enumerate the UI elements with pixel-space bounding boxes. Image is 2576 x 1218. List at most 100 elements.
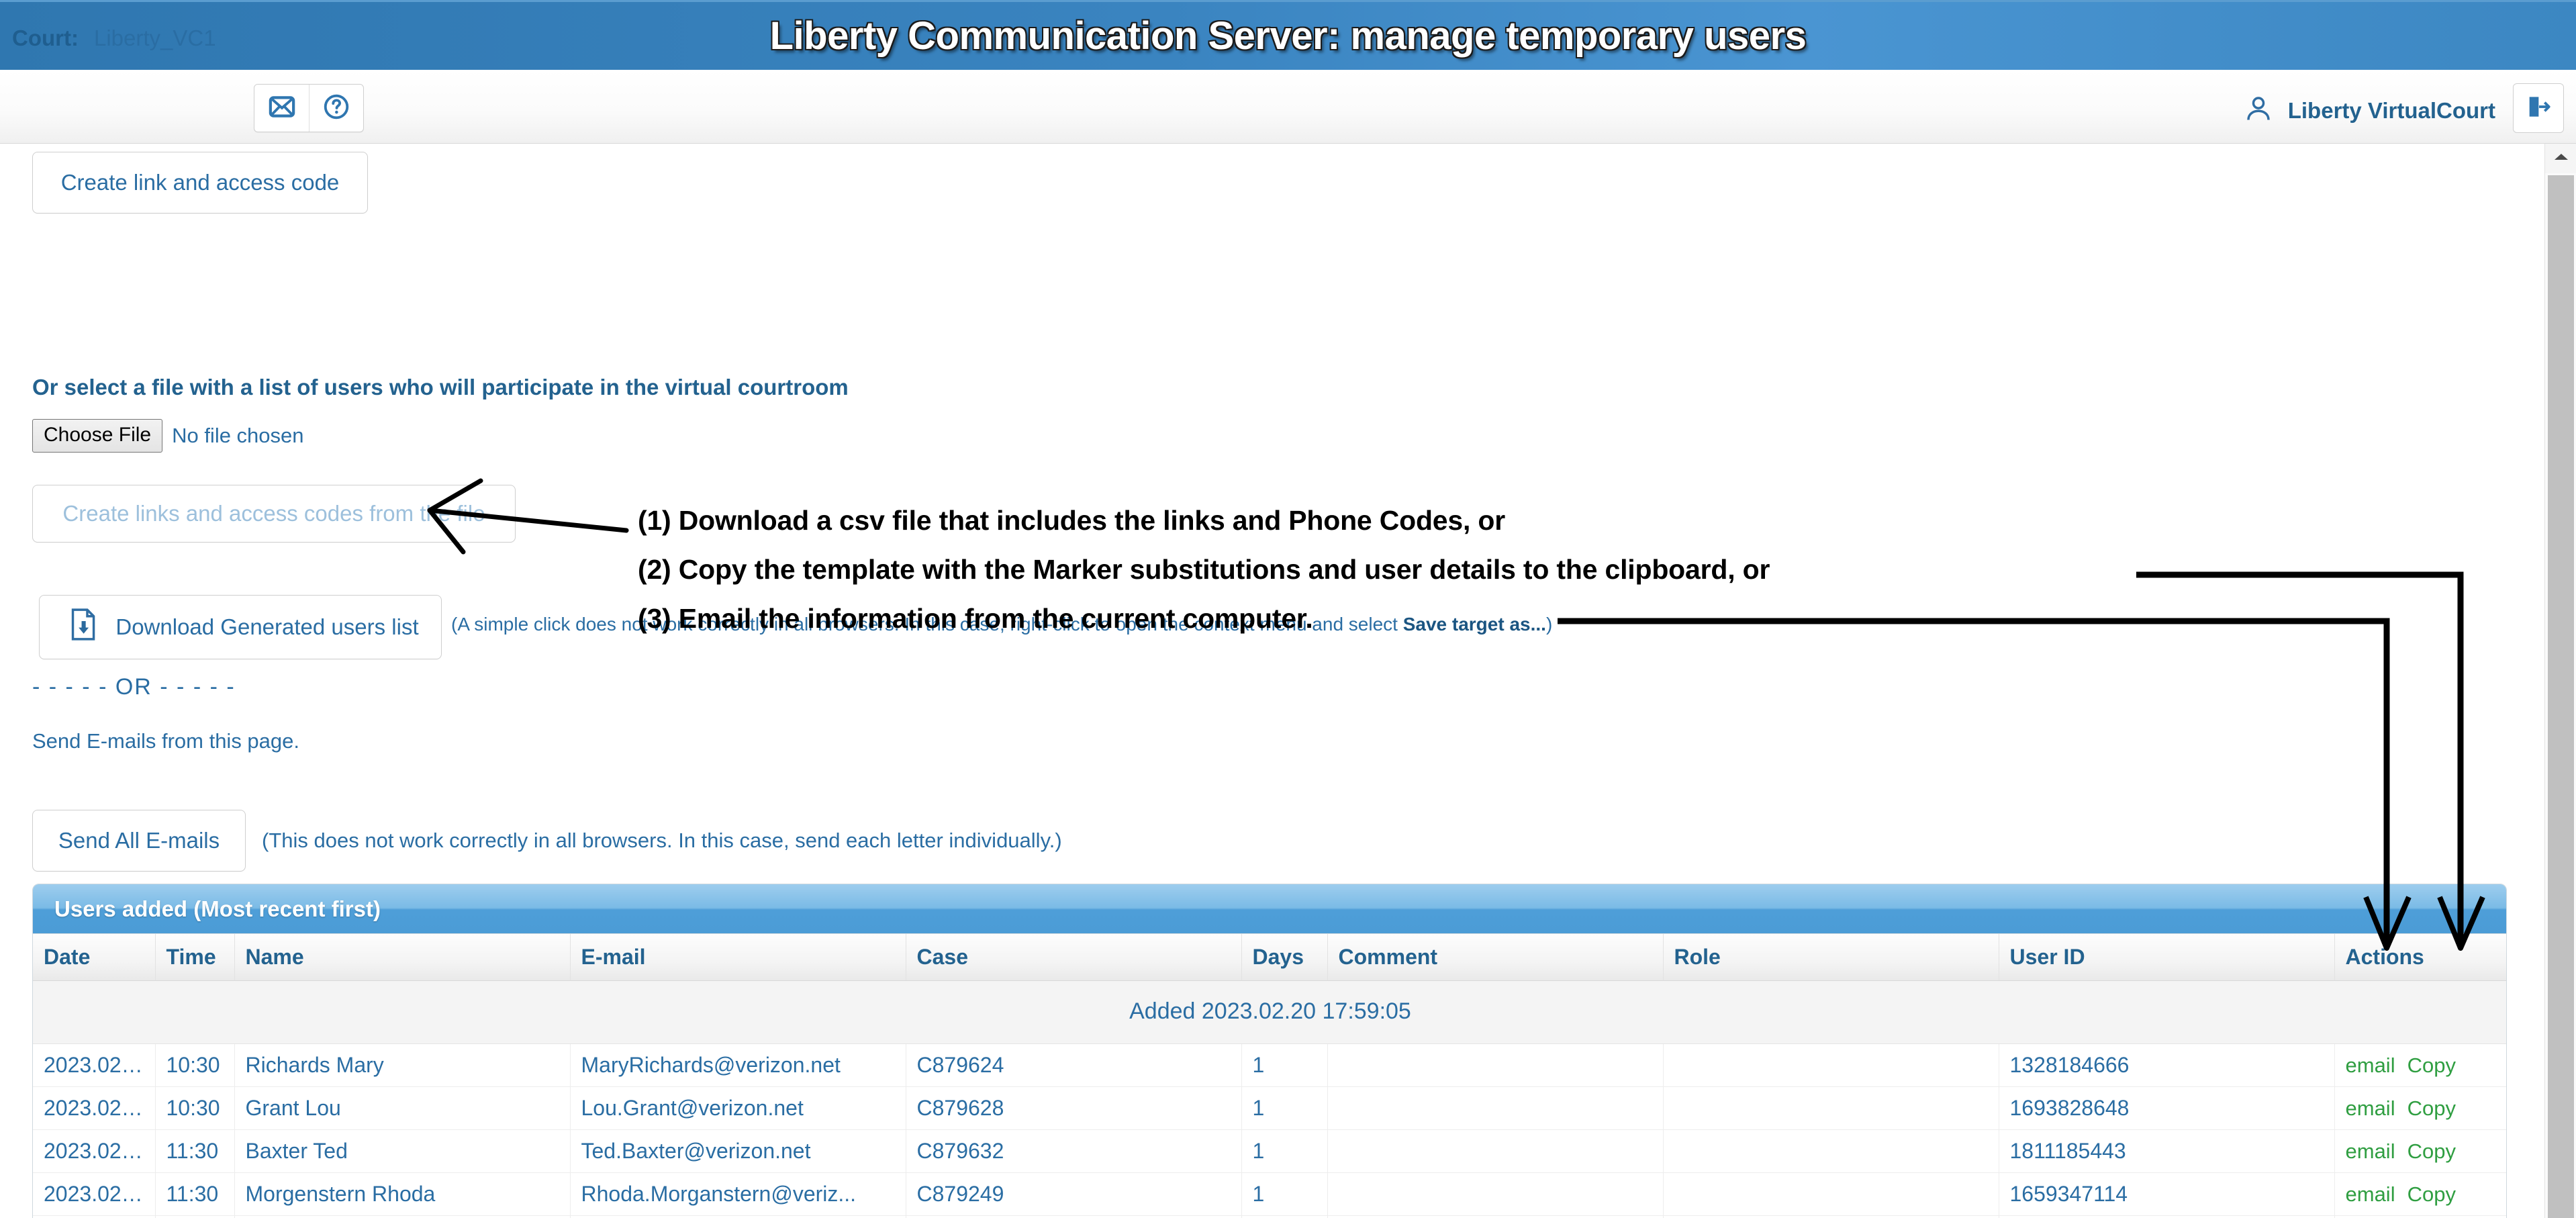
table-row: 2023.02.20 10:30 Grant Lou Lou.Grant@verizo… xyxy=(33,1086,2506,1130)
cell-case: C879632 xyxy=(906,1129,1242,1173)
mail-icon-button[interactable] xyxy=(254,85,309,132)
choose-file-button[interactable]: Choose File xyxy=(32,419,163,453)
court-value: Liberty_VC1 xyxy=(94,26,216,50)
cell-actions: emailCopy xyxy=(2334,1215,2506,1218)
cell-time: 11:30 xyxy=(155,1172,235,1216)
cell-case: C879707 xyxy=(906,1215,1242,1218)
user-name: Liberty VirtualCourt xyxy=(2287,97,2495,123)
cell-userid: 1028314021 xyxy=(1999,1215,2335,1218)
download-note-post: ) xyxy=(1545,614,1553,635)
column-header-name[interactable]: Name xyxy=(234,934,571,981)
cell-role xyxy=(1663,1215,1999,1218)
table-group-header-1: Added 2023.02.20 17:59:05 xyxy=(33,980,2506,1044)
cell-date: 2023.02.20 xyxy=(33,1043,156,1087)
cell-name: Richards Mary xyxy=(234,1043,571,1087)
column-header-date[interactable]: Date xyxy=(33,934,156,981)
cell-time: 10:30 xyxy=(155,1086,235,1130)
cell-days: 1 xyxy=(1241,1043,1328,1087)
app-window: Liberty Communication Server: manage tem… xyxy=(0,0,2576,1218)
main-content: Create link and access code Or select a … xyxy=(0,144,2544,1218)
column-header-comment[interactable]: Comment xyxy=(1327,934,1664,981)
table-row: 2023.02.20 10:30 Richards Mary MaryRichards… xyxy=(33,1043,2506,1087)
table-row: 2023.02.20 11:30 Baxter Ted Ted.Baxter@veri… xyxy=(33,1129,2506,1173)
column-header-case[interactable]: Case xyxy=(906,934,1242,981)
create-links-from-file-button[interactable]: Create links and access codes from the f… xyxy=(32,485,516,543)
group-label: Added 2023.02.20 17:59:05 xyxy=(33,980,2506,1044)
cell-email: Rhoda.Morganstern@veriz... xyxy=(570,1172,906,1216)
select-file-heading: Or select a file with a list of users wh… xyxy=(32,375,849,400)
users-added-panel: Users added (Most recent first) Date Tim… xyxy=(32,884,2507,1218)
copy-action-link[interactable]: Copy xyxy=(2407,1053,2456,1077)
current-user: Liberty VirtualCourt xyxy=(2244,94,2495,127)
chosen-file-name: No file chosen xyxy=(172,424,304,447)
envelope-icon xyxy=(268,93,296,124)
annotation-text-2: (2) Copy the template with the Marker su… xyxy=(638,554,1770,585)
copy-action-link[interactable]: Copy xyxy=(2407,1139,2456,1163)
column-header-actions[interactable]: Actions xyxy=(2334,934,2506,981)
cell-name: Baxter Ted xyxy=(234,1129,571,1173)
file-download-icon xyxy=(68,608,99,647)
cell-time: 11:30 xyxy=(155,1129,235,1173)
page-title: Liberty Communication Server: manage tem… xyxy=(769,14,1807,58)
cell-email: Ted.Baxter@verizon.net xyxy=(570,1129,906,1173)
users-added-panel-title: Users added (Most recent first) xyxy=(54,896,381,921)
help-icon-button[interactable] xyxy=(309,85,363,132)
email-action-link[interactable]: email xyxy=(2346,1096,2395,1120)
column-header-days[interactable]: Days xyxy=(1241,934,1328,981)
copy-action-link[interactable]: Copy xyxy=(2407,1182,2456,1206)
send-all-emails-button[interactable]: Send All E-mails xyxy=(32,810,246,872)
annotation-text-3: (3) Email the information from the curre… xyxy=(638,603,1313,634)
cell-case: C879624 xyxy=(906,1043,1242,1087)
or-divider: - - - - - OR - - - - - xyxy=(32,674,236,700)
cell-comment xyxy=(1327,1086,1664,1130)
column-header-email[interactable]: E-mail xyxy=(570,934,906,981)
email-action-link[interactable]: email xyxy=(2346,1182,2395,1206)
cell-actions: email Copy xyxy=(2334,1129,2506,1173)
send-emails-from-page-text: Send E-mails from this page. xyxy=(32,729,300,753)
create-link-and-access-code-button[interactable]: Create link and access code xyxy=(32,152,368,214)
cell-case: C879628 xyxy=(906,1086,1242,1130)
cell-name: Morgenstern Rhoda xyxy=(234,1172,571,1216)
cell-actions: email Copy xyxy=(2334,1172,2506,1216)
copy-action-link[interactable]: Copy xyxy=(2407,1096,2456,1120)
email-action-link[interactable]: email xyxy=(2346,1139,2395,1163)
user-avatar-icon xyxy=(2244,94,2273,127)
page-scrollbar[interactable] xyxy=(2544,144,2576,1218)
email-action-link[interactable]: email xyxy=(2346,1053,2395,1077)
scrollbar-thumb[interactable] xyxy=(2548,175,2574,1218)
cell-time: 10:30 xyxy=(155,1043,235,1087)
cell-userid: 1811185443 xyxy=(1999,1129,2335,1173)
users-table-body: Added 2023.02.20 17:59:05 2023.02.20 10:30… xyxy=(33,980,2506,1218)
scroll-up-button[interactable] xyxy=(2545,144,2576,173)
cell-actions: email Copy xyxy=(2334,1043,2506,1087)
window-title-bar: Liberty Communication Server: manage tem… xyxy=(0,0,2576,70)
cell-comment xyxy=(1327,1215,1664,1218)
cell-email: Lou.Grant@verizon.net xyxy=(570,1086,906,1130)
table-row: 2023.02.20 11:30 Morgenstern Rhoda Rhoda.Mo… xyxy=(33,1172,2506,1216)
cell-email: MaryRichards@verizon.net xyxy=(570,1043,906,1087)
cell-name: Grant Lou xyxy=(234,1086,571,1130)
cell-name: White Betty xyxy=(234,1215,571,1218)
table-row: 2023.02.2001:00White BettyBetty.White@ve… xyxy=(33,1215,2506,1218)
cell-comment xyxy=(1327,1043,1664,1087)
download-button-label: Download Generated users list xyxy=(115,614,419,639)
users-added-panel-header: Users added (Most recent first) xyxy=(33,884,2506,934)
chevron-up-icon xyxy=(2553,152,2570,166)
cell-userid: 1693828648 xyxy=(1999,1086,2335,1130)
cell-date: 2023.02.20 xyxy=(33,1172,156,1216)
column-header-role[interactable]: Role xyxy=(1663,934,1999,981)
logout-button[interactable] xyxy=(2513,83,2564,133)
cell-actions: email Copy xyxy=(2334,1086,2506,1130)
cell-days: 1 xyxy=(1241,1086,1328,1130)
column-header-time[interactable]: Time xyxy=(155,934,235,981)
download-generated-users-list-button[interactable]: Download Generated users list xyxy=(39,595,442,659)
cell-role xyxy=(1663,1043,1999,1087)
cell-userid: 1659347114 xyxy=(1999,1172,2335,1216)
cell-date: 2023.02.20 xyxy=(33,1086,156,1130)
cell-days: 1 xyxy=(1241,1129,1328,1173)
cell-date: 2023.02.20 xyxy=(33,1129,156,1173)
top-toolbar xyxy=(0,70,2576,144)
court-label: Court: xyxy=(12,26,79,50)
column-header-userid[interactable]: User ID xyxy=(1999,934,2335,981)
download-note-bold: Save target as... xyxy=(1402,614,1546,635)
